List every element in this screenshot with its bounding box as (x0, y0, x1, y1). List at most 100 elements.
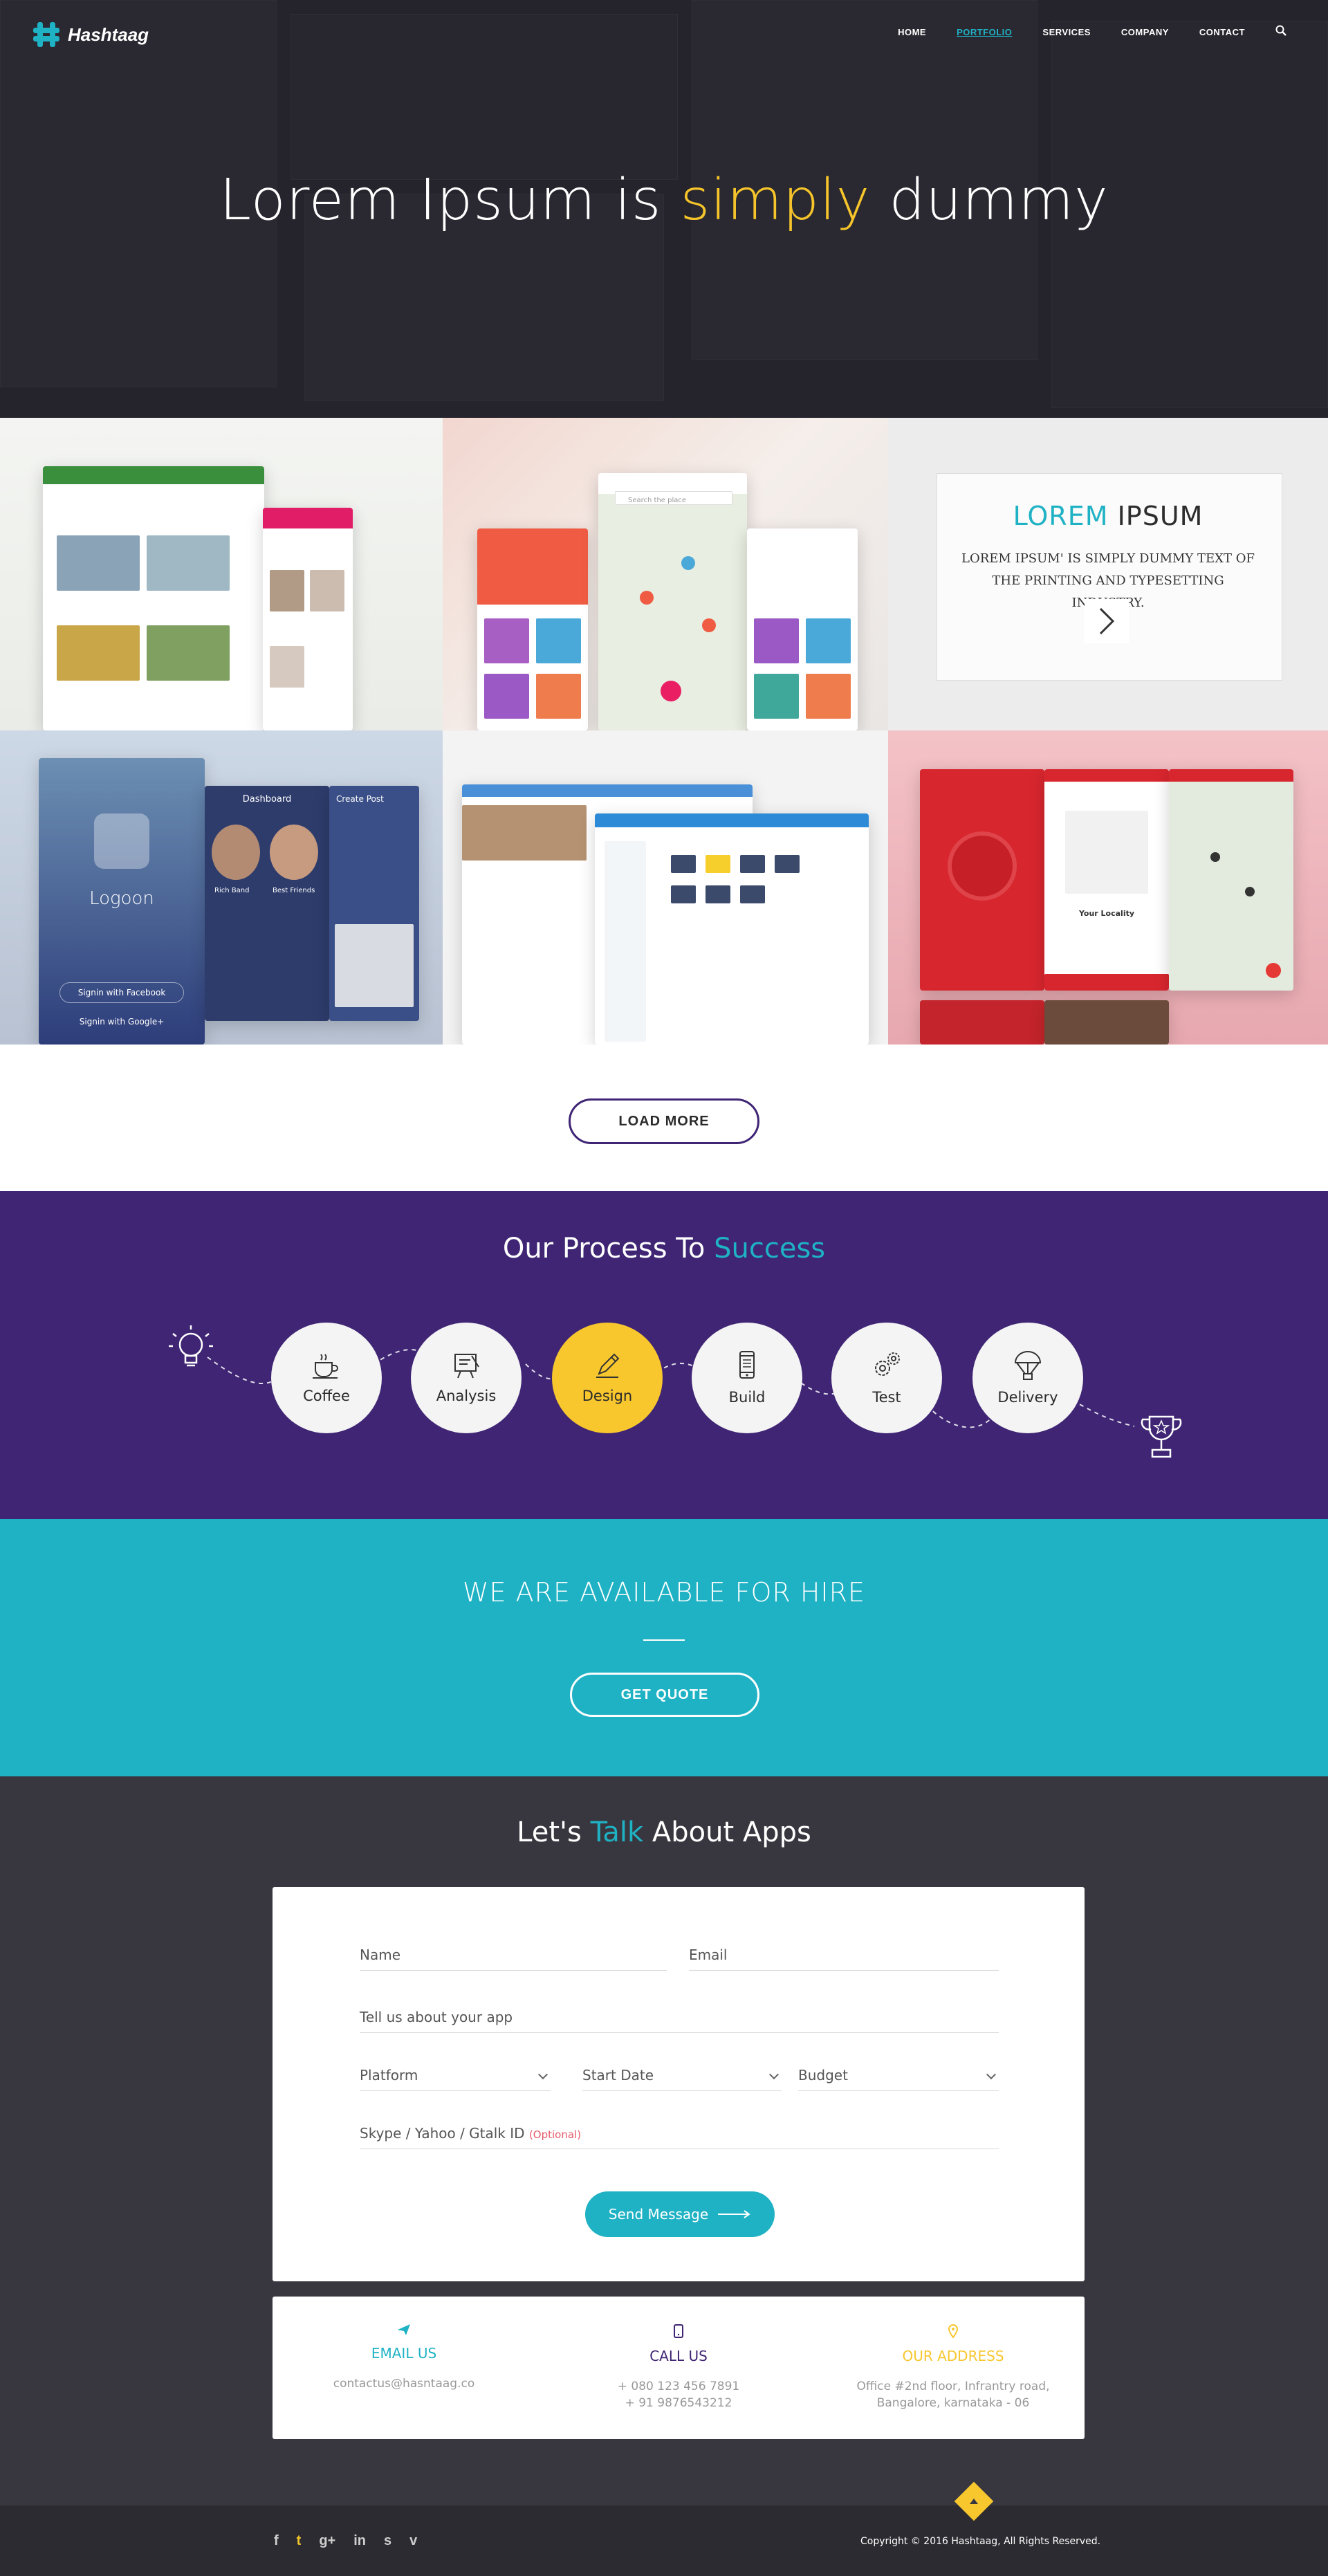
mock-app-name: Logoon (89, 888, 154, 909)
contact-info-card: EMAIL US contactus@hasntaag.co CALL US +… (273, 2297, 1085, 2439)
logo-hash-icon (33, 21, 61, 48)
budget-select[interactable]: Budget (798, 2067, 999, 2091)
hero-section: Hashtaag HOME PORTFOLIO SERVICES COMPANY… (0, 0, 1328, 418)
start-date-label: Start Date (582, 2067, 654, 2083)
email-us-title: EMAIL US (371, 2345, 437, 2362)
optional-tag: (Optional) (528, 2128, 582, 2141)
skype-icon[interactable]: s (384, 2533, 391, 2549)
im-id-label: Skype / Yahoo / Gtalk ID (360, 2125, 525, 2142)
paper-plane-icon (398, 2324, 410, 2338)
process-step-label: Analysis (436, 1388, 497, 1404)
location-pin-icon (948, 2324, 959, 2341)
search-icon[interactable] (1275, 25, 1286, 39)
mobile-phone-icon (674, 2324, 683, 2341)
email-field[interactable]: Email (689, 1947, 999, 1971)
hero-title: Lorem Ipsum is simply dummy (219, 167, 1109, 233)
chevron-down-icon (986, 2069, 997, 2080)
brand-logo[interactable]: Hashtaag (33, 21, 149, 48)
map-search-field: Search the place (615, 491, 732, 505)
send-message-label: Send Message (608, 2206, 709, 2223)
process-step-build[interactable]: Build (692, 1323, 802, 1433)
brand-name: Hashtaag (68, 24, 149, 45)
twitter-icon[interactable]: t (297, 2533, 302, 2549)
process-step-delivery[interactable]: Delivery (972, 1323, 1083, 1433)
portfolio-grid: Search the place LOREM IPSUM LOREM IPSUM… (0, 418, 1328, 1045)
process-step-label: Coffee (303, 1388, 350, 1404)
platform-select[interactable]: Platform (360, 2067, 551, 2091)
nav-company[interactable]: COMPANY (1121, 27, 1169, 37)
about-app-field[interactable]: Tell us about your app (360, 2009, 999, 2033)
arrow-right-icon (718, 2210, 750, 2218)
chevron-up-icon (970, 2499, 978, 2504)
portfolio-item-map-app[interactable]: Search the place (443, 418, 888, 730)
portfolio-item-dashboard[interactable] (443, 730, 888, 1045)
pencil-icon (592, 1352, 622, 1382)
process-step-label: Build (728, 1389, 766, 1406)
process-step-analysis[interactable]: Analysis (411, 1323, 522, 1433)
call-us-title: CALL US (649, 2348, 708, 2364)
about-app-label: Tell us about your app (360, 2009, 513, 2025)
email-us-block: EMAIL US contactus@hasntaag.co (300, 2324, 508, 2392)
email-us-value[interactable]: contactus@hasntaag.co (300, 2375, 508, 2392)
im-id-field[interactable]: Skype / Yahoo / Gtalk ID (Optional) (360, 2125, 999, 2149)
process-section: Our Process To Success Coffee Analysis D… (0, 1191, 1328, 1519)
phone-number-1[interactable]: + 080 123 456 7891 (575, 2378, 782, 2395)
chevron-down-icon (537, 2069, 548, 2080)
trophy-icon (1137, 1413, 1186, 1466)
load-more-button[interactable]: LOAD MORE (569, 1098, 759, 1144)
page: Hashtaag HOME PORTFOLIO SERVICES COMPANY… (0, 0, 1328, 2576)
talk-title: Let's Talk About Apps (517, 1816, 811, 1848)
google-plus-icon[interactable]: g+ (319, 2533, 335, 2549)
copyright-text: Copyright © 2016 Hashtaag, All Rights Re… (860, 2536, 1101, 2547)
top-nav: HOME PORTFOLIO SERVICES COMPANY CONTACT (898, 25, 1286, 39)
address-values: Office #2nd floor, Infrantry road, Bangal… (849, 2378, 1057, 2411)
process-step-test[interactable]: Test (831, 1323, 942, 1433)
portfolio-item-real-estate[interactable] (0, 418, 443, 730)
hire-divider (643, 1639, 685, 1641)
process-step-label: Delivery (997, 1389, 1058, 1406)
process-step-design[interactable]: Design (552, 1323, 663, 1433)
portfolio-feature-card: LOREM IPSUM LOREM IPSUM' IS SIMPLY DUMMY… (888, 418, 1328, 730)
call-us-block: CALL US + 080 123 456 7891 + 91 987654321… (575, 2324, 782, 2411)
mock-your-locality: Your Locality (1078, 909, 1135, 918)
feature-title: LOREM IPSUM (1013, 501, 1204, 531)
mock-best-friends: Best Friends (273, 887, 315, 894)
nav-portfolio[interactable]: PORTFOLIO (957, 27, 1012, 37)
coffee-cup-icon (311, 1352, 342, 1382)
vimeo-icon[interactable]: v (409, 2533, 417, 2549)
load-more-section: LOAD MORE (0, 1045, 1328, 1191)
chevron-down-icon (768, 2069, 780, 2080)
address-block: OUR ADDRESS Office #2nd floor, Infrantry… (849, 2324, 1057, 2411)
nav-services[interactable]: SERVICES (1042, 27, 1091, 37)
footer: f t g+ in s v Copyright © 2016 Hashtaag,… (0, 2481, 1328, 2576)
mock-facebook-signin: Signin with Facebook (59, 982, 184, 1003)
hire-section: WE ARE AVAILABLE FOR HIRE GET QUOTE (0, 1519, 1328, 1776)
portfolio-item-login-app[interactable]: Logoon Signin with Facebook Signin with … (0, 730, 443, 1045)
portfolio-item-locality-app[interactable]: Your Locality (888, 730, 1328, 1045)
chevron-right-icon (1099, 607, 1115, 635)
process-step-label: Test (872, 1389, 901, 1406)
nav-home[interactable]: HOME (898, 27, 926, 37)
phone-number-2[interactable]: + 91 9876543212 (575, 2395, 782, 2411)
address-line-2: Bangalore, karnataka - 06 (876, 2396, 1030, 2410)
mock-create-post: Create Post (336, 794, 384, 804)
nav-contact[interactable]: CONTACT (1199, 27, 1245, 37)
get-quote-button[interactable]: GET QUOTE (570, 1673, 759, 1717)
budget-label: Budget (798, 2067, 848, 2083)
send-message-button[interactable]: Send Message (585, 2191, 775, 2237)
call-us-values: + 080 123 456 7891 + 91 9876543212 (575, 2378, 782, 2411)
contact-form: Name Email Tell us about your app Platfo… (273, 1887, 1085, 2281)
facebook-icon[interactable]: f (274, 2533, 279, 2549)
email-field-label: Email (689, 1947, 728, 1963)
start-date-select[interactable]: Start Date (582, 2067, 782, 2091)
contact-form-section: Let's Talk About Apps Name Email Tell us… (0, 1776, 1328, 2505)
name-field-label: Name (360, 1947, 401, 1963)
name-field[interactable]: Name (360, 1947, 667, 1971)
platform-label: Platform (360, 2067, 418, 2083)
gears-icon (870, 1350, 903, 1383)
mobile-phone-icon (732, 1350, 762, 1383)
process-step-coffee[interactable]: Coffee (271, 1323, 382, 1433)
mock-rich-band: Rich Band (214, 887, 250, 894)
linkedin-icon[interactable]: in (353, 2533, 366, 2549)
next-arrow-button[interactable] (1085, 599, 1129, 643)
